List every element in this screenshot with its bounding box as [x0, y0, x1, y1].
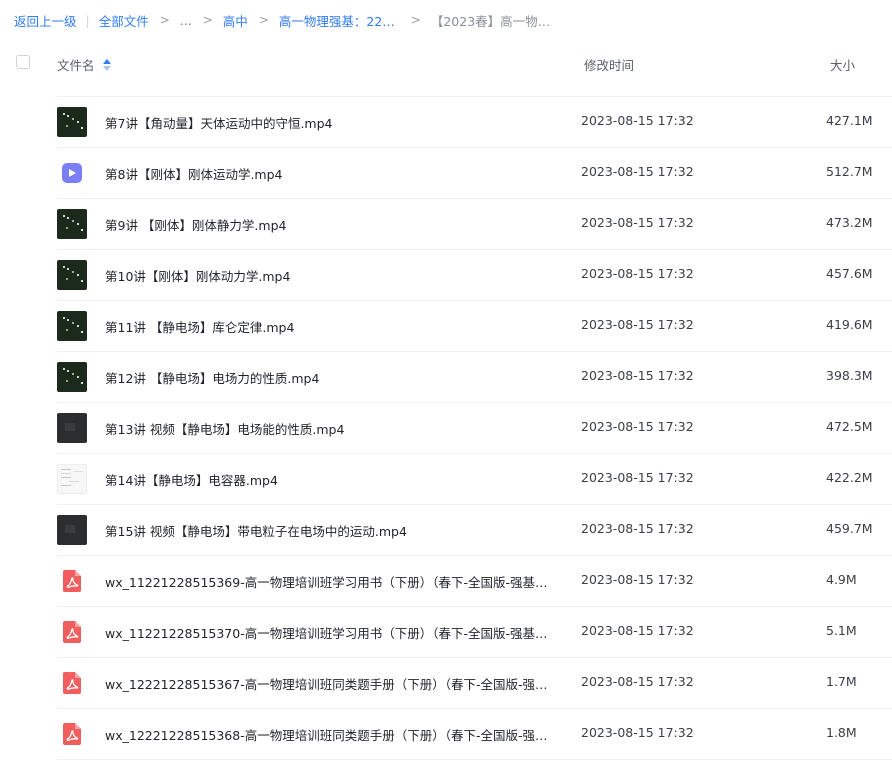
- video-thumbnail: [57, 260, 87, 290]
- select-all-checkbox[interactable]: [16, 55, 30, 69]
- file-name[interactable]: 第7讲【角动量】天体运动中的守恒.mp4: [105, 113, 333, 132]
- file-row[interactable]: 第10讲【刚体】刚体动力学.mp4 2023-08-15 17:32 457.6M: [57, 250, 892, 301]
- video-thumbnail: [57, 107, 87, 137]
- column-time-header[interactable]: 修改时间: [584, 55, 634, 74]
- file-modified-time: 2023-08-15 17:32: [581, 725, 694, 740]
- pdf-file-icon: [57, 719, 87, 749]
- video-file-icon: [57, 158, 87, 188]
- file-name[interactable]: 第9讲 【刚体】刚体静力学.mp4: [105, 215, 286, 234]
- file-size: 419.6M: [826, 317, 873, 332]
- file-name[interactable]: wx_11221228515370-高一物理培训班学习用书（下册）（春下-全国版…: [105, 623, 555, 642]
- file-row[interactable]: 第13讲 视频【静电场】电场能的性质.mp4 2023-08-15 17:32 47…: [57, 403, 892, 454]
- back-link[interactable]: 返回上一级: [14, 11, 77, 30]
- file-size: 1.8M: [826, 725, 857, 740]
- pdf-file-icon: [57, 566, 87, 596]
- file-modified-time: 2023-08-15 17:32: [581, 623, 694, 638]
- file-size: 5.1M: [826, 623, 857, 638]
- file-name[interactable]: 第12讲 【静电场】电场力的性质.mp4: [105, 368, 319, 387]
- file-row[interactable]: 第9讲 【刚体】刚体静力学.mp4 2023-08-15 17:32 473.2M: [57, 199, 892, 250]
- file-name[interactable]: 第13讲 视频【静电场】电场能的性质.mp4: [105, 419, 344, 438]
- file-list: 第7讲【角动量】天体运动中的守恒.mp4 2023-08-15 17:32 427.…: [57, 96, 892, 760]
- file-modified-time: 2023-08-15 17:32: [581, 113, 694, 128]
- breadcrumb-level1[interactable]: 高中: [223, 11, 248, 30]
- file-size: 457.6M: [826, 266, 873, 281]
- video-thumbnail: [57, 209, 87, 239]
- file-size: 459.7M: [826, 521, 873, 536]
- file-modified-time: 2023-08-15 17:32: [581, 674, 694, 689]
- file-name[interactable]: wx_12221228515367-高一物理培训班同类题手册（下册）（春下-全国…: [105, 674, 555, 693]
- file-modified-time: 2023-08-15 17:32: [581, 470, 694, 485]
- breadcrumb-level2[interactable]: 高一物理强基：22…: [279, 11, 395, 30]
- file-name[interactable]: 第8讲【刚体】刚体运动学.mp4: [105, 164, 283, 183]
- breadcrumb-current: 【2023春】高一物…: [430, 13, 551, 29]
- video-thumbnail: [57, 413, 87, 443]
- file-modified-time: 2023-08-15 17:32: [581, 215, 694, 230]
- file-size: 4.9M: [826, 572, 857, 587]
- video-thumbnail: [57, 362, 87, 392]
- file-name[interactable]: 第15讲 视频【静电场】带电粒子在电场中的运动.mp4: [105, 521, 407, 540]
- file-row[interactable]: 第12讲 【静电场】电场力的性质.mp4 2023-08-15 17:32 398.…: [57, 352, 892, 403]
- file-row[interactable]: 第11讲 【静电场】库仑定律.mp4 2023-08-15 17:32 419.6M: [57, 301, 892, 352]
- file-name[interactable]: wx_12221228515368-高一物理培训班同类题手册（下册）（春下-全国…: [105, 725, 555, 744]
- file-modified-time: 2023-08-15 17:32: [581, 419, 694, 434]
- video-thumbnail: [57, 515, 87, 545]
- file-modified-time: 2023-08-15 17:32: [581, 572, 694, 587]
- file-row[interactable]: wx_12221228515368-高一物理培训班同类题手册（下册）（春下-全国…: [57, 709, 892, 760]
- file-name[interactable]: 第14讲【静电场】电容器.mp4: [105, 470, 278, 489]
- file-row[interactable]: 第15讲 视频【静电场】带电粒子在电场中的运动.mp4 2023-08-15 17…: [57, 505, 892, 556]
- breadcrumb-ellipsis[interactable]: ...: [180, 13, 192, 28]
- chevron-right-icon: >: [159, 13, 170, 27]
- file-row[interactable]: wx_12221228515367-高一物理培训班同类题手册（下册）（春下-全国…: [57, 658, 892, 709]
- play-icon: [62, 163, 82, 183]
- breadcrumb-divider: |: [85, 12, 90, 28]
- chevron-right-icon: >: [258, 13, 269, 27]
- chevron-right-icon: >: [410, 13, 421, 27]
- file-modified-time: 2023-08-15 17:32: [581, 266, 694, 281]
- file-list-header: 文件名 修改时间 大小: [0, 44, 892, 84]
- chevron-right-icon: >: [202, 13, 213, 27]
- file-size: 422.2M: [826, 470, 873, 485]
- file-name[interactable]: 第11讲 【静电场】库仑定律.mp4: [105, 317, 294, 336]
- column-size-header[interactable]: 大小: [830, 55, 855, 74]
- file-size: 398.3M: [826, 368, 873, 383]
- file-size: 472.5M: [826, 419, 873, 434]
- breadcrumb: 返回上一级 | 全部文件 > ... > 高中 > 高一物理强基：22… > 【…: [14, 10, 550, 30]
- file-row[interactable]: wx_11221228515369-高一物理培训班学习用书（下册）（春下-全国版…: [57, 556, 892, 607]
- file-name[interactable]: 第10讲【刚体】刚体动力学.mp4: [105, 266, 290, 285]
- video-thumbnail: [57, 464, 87, 494]
- file-name[interactable]: wx_11221228515369-高一物理培训班学习用书（下册）（春下-全国版…: [105, 572, 555, 591]
- file-row[interactable]: 第7讲【角动量】天体运动中的守恒.mp4 2023-08-15 17:32 427.…: [57, 97, 892, 148]
- file-modified-time: 2023-08-15 17:32: [581, 368, 694, 383]
- video-thumbnail: [57, 311, 87, 341]
- file-size: 427.1M: [826, 113, 873, 128]
- pdf-file-icon: [57, 617, 87, 647]
- column-name-header[interactable]: 文件名: [57, 55, 111, 74]
- column-name-label: 文件名: [57, 58, 95, 73]
- pdf-file-icon: [57, 668, 87, 698]
- file-row[interactable]: 第8讲【刚体】刚体运动学.mp4 2023-08-15 17:32 512.7M: [57, 148, 892, 199]
- file-modified-time: 2023-08-15 17:32: [581, 521, 694, 536]
- breadcrumb-all-files[interactable]: 全部文件: [99, 11, 149, 30]
- file-size: 473.2M: [826, 215, 873, 230]
- file-modified-time: 2023-08-15 17:32: [581, 164, 694, 179]
- file-size: 512.7M: [826, 164, 873, 179]
- file-size: 1.7M: [826, 674, 857, 689]
- file-row[interactable]: wx_11221228515370-高一物理培训班学习用书（下册）（春下-全国版…: [57, 607, 892, 658]
- sort-icon[interactable]: [102, 58, 111, 72]
- file-modified-time: 2023-08-15 17:32: [581, 317, 694, 332]
- file-row[interactable]: 第14讲【静电场】电容器.mp4 2023-08-15 17:32 422.2M: [57, 454, 892, 505]
